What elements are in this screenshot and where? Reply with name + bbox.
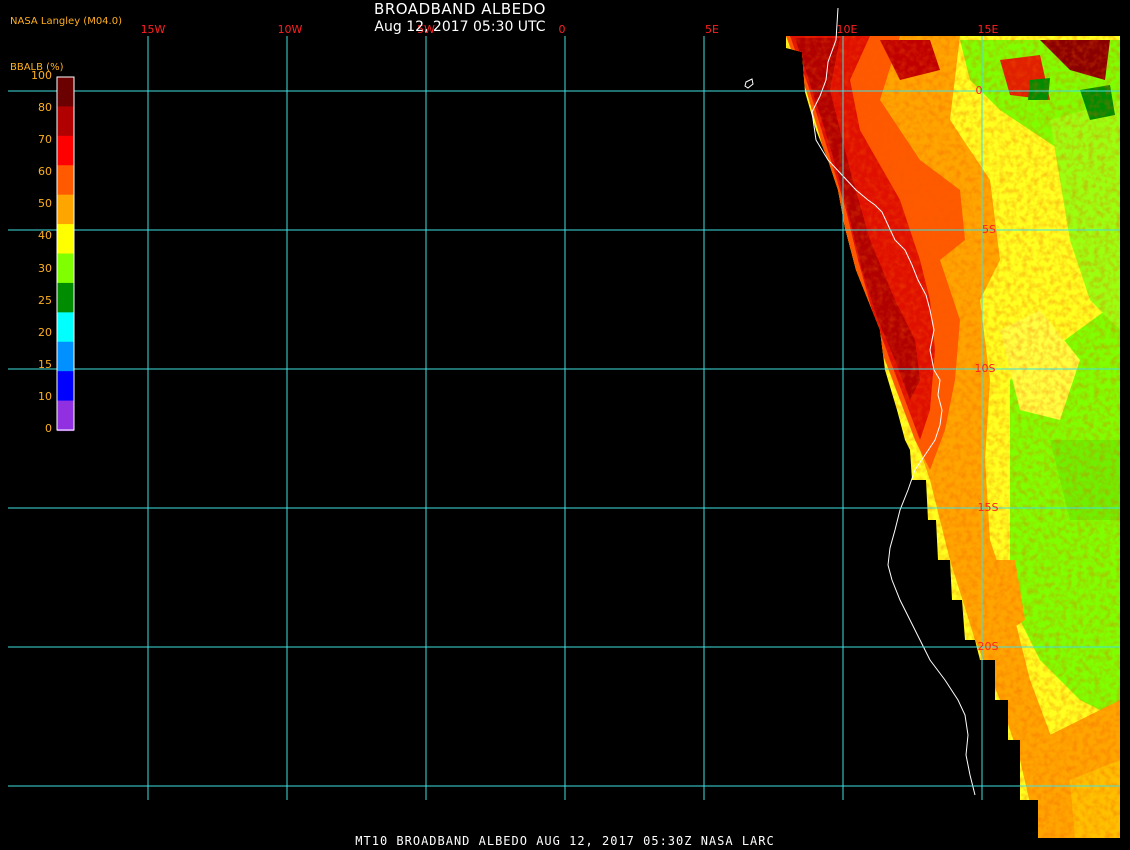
legend-tick-label: 20 — [38, 325, 52, 339]
legend-swatch — [57, 312, 74, 343]
legend-swatch — [57, 165, 74, 196]
legend-tick-label: 60 — [38, 165, 52, 179]
island-outline — [744, 78, 754, 89]
legend-tick-label: 25 — [38, 293, 52, 307]
map-datetime: Aug 12, 2017 05:30 UTC — [374, 19, 546, 35]
legend-swatch — [57, 77, 74, 108]
legend-swatch — [57, 371, 74, 402]
legend-swatch — [57, 253, 74, 284]
legend-swatch — [57, 341, 74, 373]
lat-label: 10S — [975, 362, 996, 375]
legend-tick-label: 30 — [38, 261, 52, 275]
map-title: BROADBAND ALBEDO — [374, 0, 546, 18]
legend-tick-label: 100 — [31, 69, 52, 82]
footer-caption: MT10 BROADBAND ALBEDO AUG 12, 2017 05:30… — [355, 834, 775, 848]
lat-label: 0 — [976, 84, 983, 97]
lat-label: 15S — [978, 501, 999, 514]
map-canvas: 15W 10W 5W 0 5E 10E 15E 0 5S 10S 15S 20S — [8, 7, 1120, 838]
legend-swatch — [57, 282, 74, 314]
albedo-swath — [786, 36, 1120, 838]
lat-label: 20S — [978, 640, 999, 653]
lon-label: 15E — [978, 23, 999, 36]
producer-label: NASA Langley (M04.0) — [10, 16, 122, 27]
legend-tick-label: 40 — [38, 229, 52, 243]
legend-tick-label: 80 — [38, 101, 52, 115]
legend-swatch — [57, 135, 74, 167]
legend-tick-label: 0 — [45, 422, 52, 435]
lon-label: 10E — [837, 23, 858, 36]
legend-swatch — [57, 400, 74, 432]
legend-tick-label: 50 — [38, 197, 52, 211]
legend-tick-label: 15 — [38, 357, 52, 371]
legend-tick-label: 70 — [38, 133, 52, 147]
legend-swatch — [57, 224, 74, 255]
legend-swatch — [57, 106, 74, 137]
lon-label: 15W — [141, 23, 166, 36]
legend-tick-label: 10 — [38, 389, 52, 403]
legend-swatch — [57, 194, 74, 226]
lon-label: 5E — [705, 23, 719, 36]
lat-label: 5S — [982, 223, 996, 236]
legend-color-bar — [57, 77, 74, 432]
